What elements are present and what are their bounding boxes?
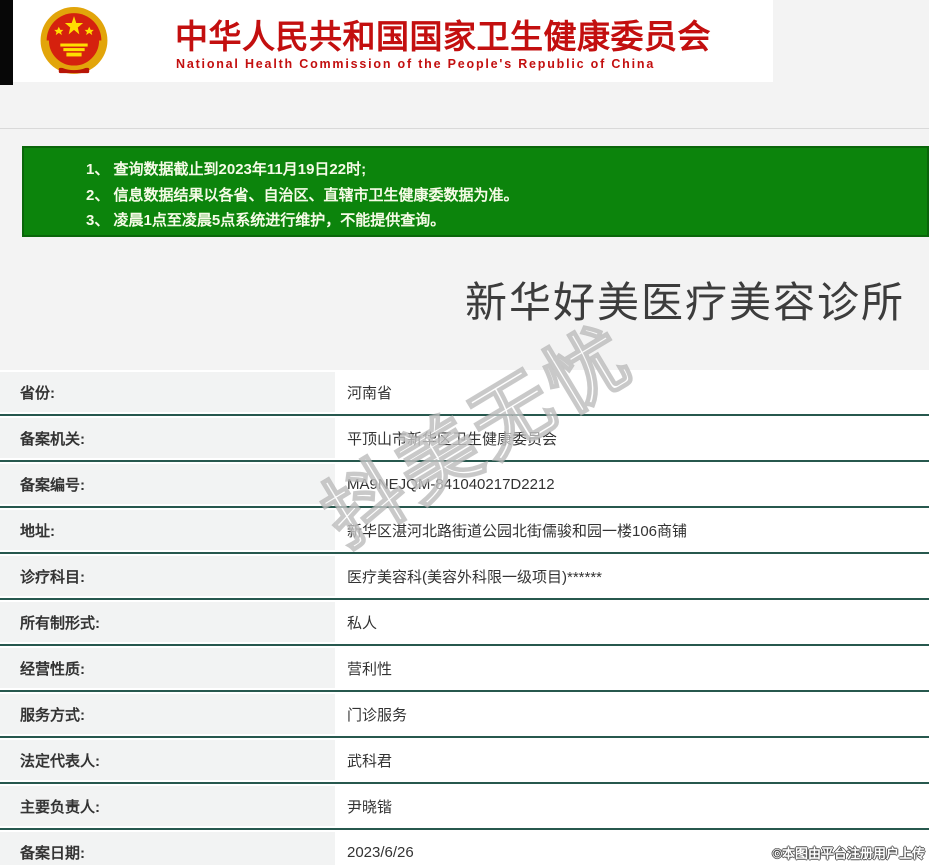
field-label: 法定代表人:: [0, 740, 335, 780]
field-value: 门诊服务: [347, 706, 408, 724]
site-header: 中华人民共和国国家卫生健康委员会 National Health Commiss…: [13, 0, 773, 82]
field-value: 河南省: [347, 384, 393, 402]
query-notice-box: 1、 查询数据截止到2023年11月19日22时; 2、 信息数据结果以各省、自…: [22, 146, 929, 237]
table-row: 服务方式: 门诊服务: [0, 692, 929, 738]
field-label: 主要负责人:: [0, 786, 335, 826]
field-value: 营利性: [347, 660, 393, 678]
field-value: 尹晓锴: [347, 798, 393, 816]
field-label: 地址:: [0, 510, 335, 550]
field-value: 私人: [347, 614, 378, 632]
field-label: 经营性质:: [0, 648, 335, 688]
field-value: 医疗美容科(美容外科限一级项目)******: [347, 568, 603, 586]
field-value: 新华区湛河北路街道公园北街儒骏和园一楼106商铺: [347, 522, 688, 540]
notice-item: 1、 查询数据截止到2023年11月19日22时;: [86, 161, 367, 178]
field-label: 诊疗科目:: [0, 556, 335, 596]
china-national-emblem-icon: [19, 3, 129, 81]
field-label: 备案编号:: [0, 464, 335, 504]
table-row: 法定代表人: 武科君: [0, 738, 929, 784]
notice-item: 3、 凌晨1点至凌晨5点系统进行维护，不能提供查询。: [86, 212, 446, 229]
page: 中华人民共和国国家卫生健康委员会 National Health Commiss…: [0, 0, 929, 865]
field-label: 备案日期:: [0, 832, 335, 865]
registration-info-table: 省份: 河南省 备案机关: 平顶山市新华区卫生健康委员会 备案编号: MA9NE…: [0, 370, 929, 865]
footer-upload-watermark: ©本图由平台注册用户上传: [772, 846, 925, 861]
table-row: 所有制形式: 私人: [0, 600, 929, 646]
clinic-name-title: 新华好美医疗美容诊所: [464, 279, 905, 326]
field-label: 备案机关:: [0, 418, 335, 458]
field-value: MA9NEJQM-841040217D2212: [347, 475, 555, 493]
notice-list: 1、 查询数据截止到2023年11月19日22时; 2、 信息数据结果以各省、自…: [86, 157, 917, 234]
field-value: 武科君: [347, 752, 393, 770]
site-title-chinese: 中华人民共和国国家卫生健康委员会: [175, 18, 711, 55]
table-row: 诊疗科目: 医疗美容科(美容外科限一级项目)******: [0, 554, 929, 600]
left-edge-strip: [0, 0, 13, 85]
table-row: 备案编号: MA9NEJQM-841040217D2212: [0, 462, 929, 508]
field-label: 省份:: [0, 372, 335, 412]
notice-item: 2、 信息数据结果以各省、自治区、直辖市卫生健康委数据为准。: [86, 186, 519, 204]
field-label: 服务方式:: [0, 694, 335, 734]
field-value: 平顶山市新华区卫生健康委员会: [347, 430, 558, 448]
site-title-english: National Health Commission of the People…: [176, 57, 656, 71]
table-row: 地址: 新华区湛河北路街道公园北街儒骏和园一楼106商铺: [0, 508, 929, 554]
table-row: 备案机关: 平顶山市新华区卫生健康委员会: [0, 416, 929, 462]
table-row: 主要负责人: 尹晓锴: [0, 784, 929, 830]
table-row: 经营性质: 营利性: [0, 646, 929, 692]
table-row: 省份: 河南省: [0, 370, 929, 416]
header-divider: [0, 128, 929, 129]
field-label: 所有制形式:: [0, 602, 335, 642]
